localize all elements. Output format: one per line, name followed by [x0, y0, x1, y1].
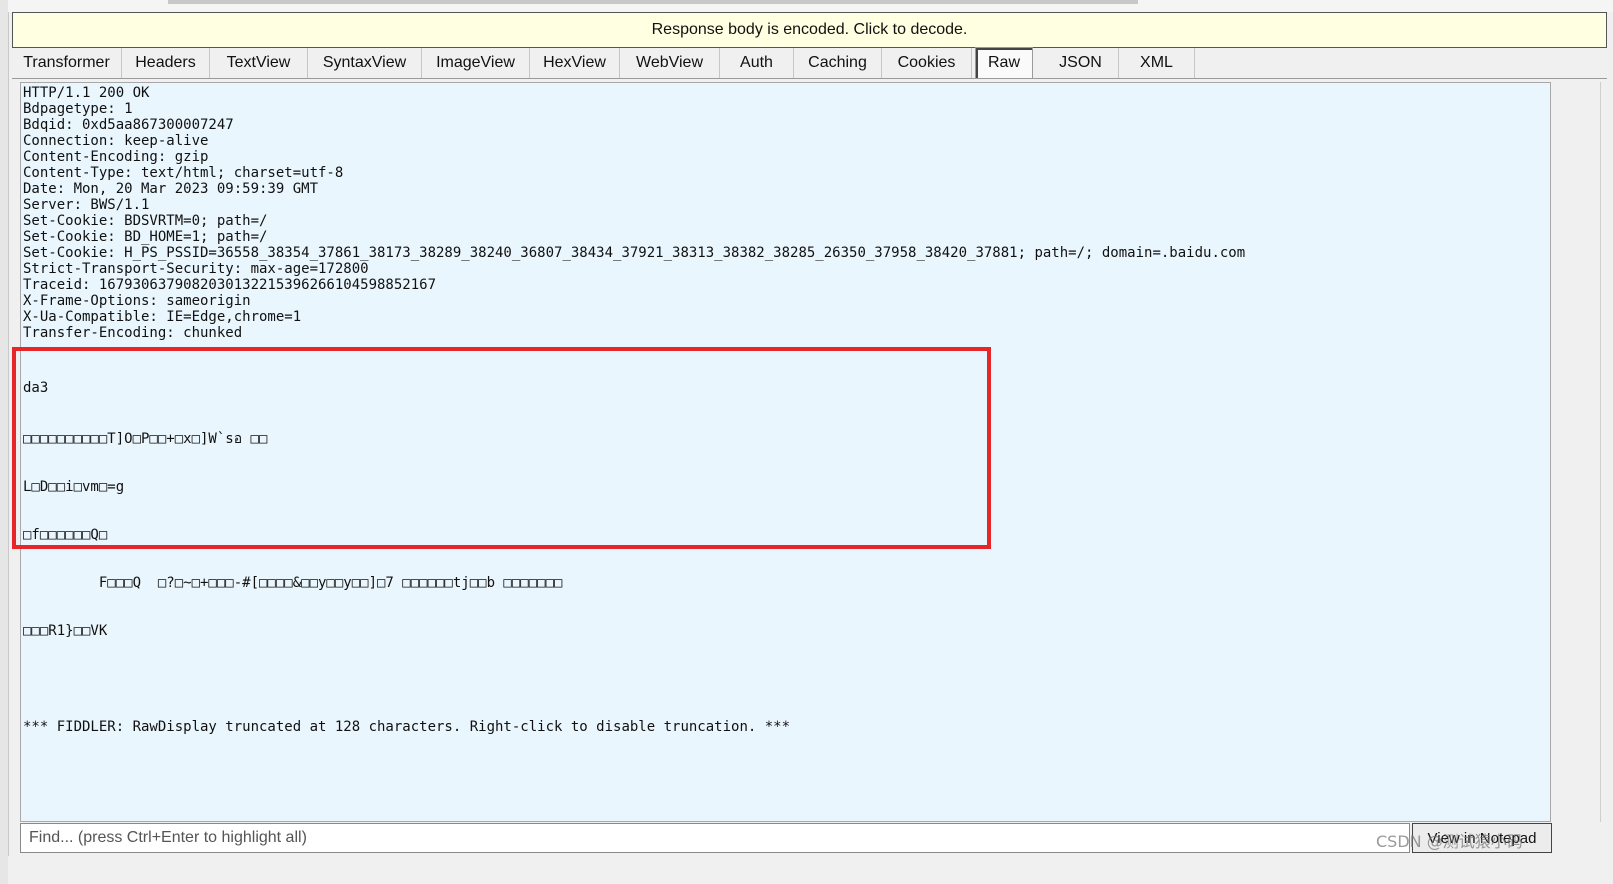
- truncation-notice: *** FIDDLER: RawDisplay truncated at 128…: [23, 719, 791, 735]
- header-line: Bdpagetype: 1: [23, 101, 133, 117]
- header-line: Content-Type: text/html; charset=utf-8: [23, 165, 344, 181]
- view-in-notepad-button[interactable]: View in Notepad: [1412, 823, 1552, 853]
- header-line: Bdqid: 0xd5aa867300007247: [23, 117, 234, 133]
- body-line: F□□□Q □?□~□+□□□-#[□□□□&□□y□□y□□]□7 □□□□□…: [23, 575, 563, 591]
- body-line: □□□R1}□□VK: [23, 623, 108, 639]
- tab-syntaxview[interactable]: SyntaxView: [308, 48, 422, 78]
- header-line: HTTP/1.1 200 OK: [23, 85, 150, 101]
- header-line: Transfer-Encoding: chunked: [23, 325, 243, 341]
- header-line: Date: Mon, 20 Mar 2023 09:59:39 GMT: [23, 181, 319, 197]
- tab-xml[interactable]: XML: [1119, 48, 1195, 78]
- tab-raw[interactable]: Raw: [975, 47, 1033, 78]
- vertical-scrollbar[interactable]: [1600, 82, 1613, 822]
- header-line: X-Frame-Options: sameorigin: [23, 293, 251, 309]
- find-box[interactable]: [20, 823, 1410, 853]
- tab-textview[interactable]: TextView: [210, 48, 308, 78]
- encoded-body: da3 □□□□□□□□□□T]O□P□□+□x□]W`sอ □□ L□D□□i…: [21, 345, 790, 767]
- tab-hexview[interactable]: HexView: [530, 48, 620, 78]
- bottom-border: [8, 856, 1613, 884]
- response-headers: HTTP/1.1 200 OK Bdpagetype: 1 Bdqid: 0xd5a…: [21, 83, 1550, 341]
- top-scrollbar[interactable]: [8, 0, 1613, 12]
- inspector-tabs: Transformer Headers TextView SyntaxView …: [12, 47, 1607, 79]
- tab-caching[interactable]: Caching: [794, 48, 882, 78]
- left-border: [0, 0, 9, 884]
- scrollbar-thumb[interactable]: [168, 0, 1138, 4]
- header-line: X-Ua-Compatible: IE=Edge,chrome=1: [23, 309, 302, 325]
- find-input[interactable]: [27, 828, 1409, 848]
- header-line: Set-Cookie: H_PS_PSSID=36558_38354_37861…: [23, 245, 1246, 261]
- tab-json[interactable]: JSON: [1043, 48, 1119, 78]
- raw-content-area[interactable]: HTTP/1.1 200 OK Bdpagetype: 1 Bdqid: 0xd5a…: [20, 82, 1551, 822]
- body-line: [23, 671, 790, 687]
- tab-imageview[interactable]: ImageView: [422, 48, 530, 78]
- header-line: Strict-Transport-Security: max-age=17280…: [23, 261, 369, 277]
- header-line: Content-Encoding: gzip: [23, 149, 209, 165]
- body-line: L□D□□i□vm□=g: [23, 479, 125, 495]
- body-line: □f□□□□□□Q□: [23, 527, 108, 543]
- tab-cookies[interactable]: Cookies: [882, 48, 972, 78]
- body-line: □□□□□□□□□□T]O□P□□+□x□]W`sอ □□: [23, 431, 268, 447]
- header-line: Server: BWS/1.1: [23, 197, 150, 213]
- tab-headers[interactable]: Headers: [122, 48, 210, 78]
- header-line: Set-Cookie: BDSVRTM=0; path=/: [23, 213, 268, 229]
- header-line: Set-Cookie: BD_HOME=1; path=/: [23, 229, 268, 245]
- body-chunk-size: da3: [23, 380, 49, 396]
- header-line: Connection: keep-alive: [23, 133, 209, 149]
- decode-infobar[interactable]: Response body is encoded. Click to decod…: [12, 12, 1607, 48]
- infobar-message: Response body is encoded. Click to decod…: [651, 21, 968, 38]
- header-line: Traceid: 1679306379082030132215396266104…: [23, 277, 437, 293]
- tab-webview[interactable]: WebView: [620, 48, 720, 78]
- tab-transformer[interactable]: Transformer: [12, 48, 122, 78]
- tab-auth[interactable]: Auth: [720, 48, 794, 78]
